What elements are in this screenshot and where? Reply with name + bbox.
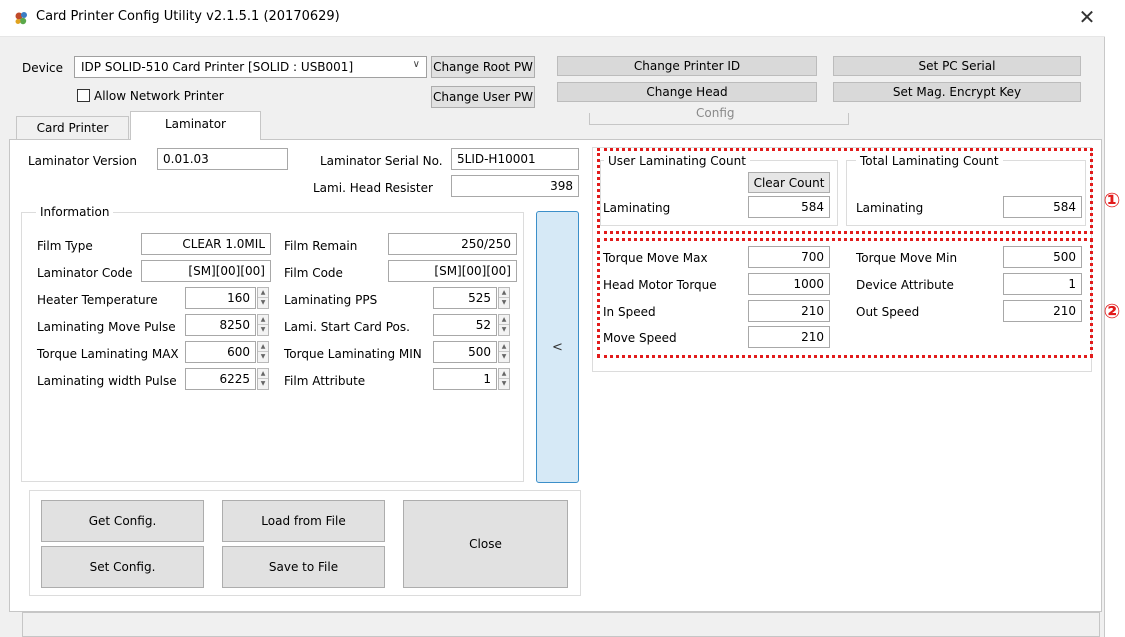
film-remain-label: Film Remain xyxy=(284,239,358,253)
spin-up-icon[interactable]: ▲ xyxy=(258,342,268,352)
spin-up-icon[interactable]: ▲ xyxy=(499,288,509,298)
laminator-serial-field[interactable]: 5LID-H10001 xyxy=(451,148,579,170)
spin-down-icon[interactable]: ▼ xyxy=(258,298,268,308)
lami-start-pos-spinner[interactable]: ▲ ▼ xyxy=(498,314,510,336)
set-config-button[interactable]: Set Config. xyxy=(41,546,204,588)
film-remain-field[interactable]: 250/250 xyxy=(388,233,517,255)
head-resister-label: Lami. Head Resister xyxy=(313,181,433,195)
laminator-version-field[interactable]: 0.01.03 xyxy=(157,148,288,170)
device-label: Device xyxy=(22,61,64,75)
information-title: Information xyxy=(36,205,114,219)
lami-start-pos-field[interactable]: 52 xyxy=(433,314,497,336)
laminating-move-pulse-spinner[interactable]: ▲ ▼ xyxy=(257,314,269,336)
spin-down-icon[interactable]: ▼ xyxy=(499,298,509,308)
laminating-width-pulse-field[interactable]: 6225 xyxy=(185,368,256,390)
film-attribute-label: Film Attribute xyxy=(284,374,366,388)
change-head-button[interactable]: Change Head xyxy=(557,82,817,102)
chevron-down-icon: ∨ xyxy=(412,59,420,70)
torque-laminating-min-field[interactable]: 500 xyxy=(433,341,497,363)
heater-temperature-label: Heater Temperature xyxy=(37,293,158,307)
film-type-label: Film Type xyxy=(37,239,93,253)
callout-box-1 xyxy=(597,148,1093,234)
allow-network-checkbox[interactable] xyxy=(77,89,90,102)
torque-laminating-max-field[interactable]: 600 xyxy=(185,341,256,363)
film-type-field[interactable]: CLEAR 1.0MIL xyxy=(141,233,271,255)
device-select[interactable]: IDP SOLID-510 Card Printer [SOLID : USB0… xyxy=(74,56,427,78)
laminating-pps-spinner[interactable]: ▲ ▼ xyxy=(498,287,510,309)
set-pc-serial-button[interactable]: Set PC Serial xyxy=(833,56,1081,76)
spin-up-icon[interactable]: ▲ xyxy=(499,315,509,325)
app-window: Card Printer Config Utility v2.1.5.1 (20… xyxy=(0,0,1105,637)
lami-start-pos-label: Lami. Start Card Pos. xyxy=(284,320,410,334)
callout-number-2: ② xyxy=(1103,299,1121,323)
spin-down-icon[interactable]: ▼ xyxy=(499,352,509,362)
spin-up-icon[interactable]: ▲ xyxy=(258,369,268,379)
laminator-version-label: Laminator Version xyxy=(28,154,137,168)
laminator-code-label: Laminator Code xyxy=(37,266,133,280)
change-user-pw-button[interactable]: Change User PW xyxy=(431,86,535,108)
heater-temperature-spinner[interactable]: ▲ ▼ xyxy=(257,287,269,309)
spin-down-icon[interactable]: ▼ xyxy=(258,352,268,362)
film-attribute-spinner[interactable]: ▲ ▼ xyxy=(498,368,510,390)
film-code-field[interactable]: [SM][00][00] xyxy=(388,260,517,282)
window-title: Card Printer Config Utility v2.1.5.1 (20… xyxy=(36,9,340,24)
allow-network-label: Allow Network Printer xyxy=(94,89,224,103)
film-attribute-field[interactable]: 1 xyxy=(433,368,497,390)
title-bar: Card Printer Config Utility v2.1.5.1 (20… xyxy=(0,0,1105,37)
close-button[interactable]: Close xyxy=(403,500,568,588)
laminator-serial-label: Laminator Serial No. xyxy=(320,154,443,168)
config-group-label: Config xyxy=(693,106,738,120)
callout-box-2 xyxy=(597,238,1093,358)
laminating-width-pulse-spinner[interactable]: ▲ ▼ xyxy=(257,368,269,390)
torque-laminating-min-spinner[interactable]: ▲ ▼ xyxy=(498,341,510,363)
torque-laminating-max-label: Torque Laminating MAX xyxy=(37,347,179,361)
tab-laminator[interactable]: Laminator xyxy=(130,111,261,140)
change-printer-id-button[interactable]: Change Printer ID xyxy=(557,56,817,76)
laminator-code-field[interactable]: [SM][00][00] xyxy=(141,260,271,282)
spin-up-icon[interactable]: ▲ xyxy=(499,342,509,352)
film-code-label: Film Code xyxy=(284,266,343,280)
load-from-file-button[interactable]: Load from File xyxy=(222,500,385,542)
spin-down-icon[interactable]: ▼ xyxy=(499,379,509,389)
torque-laminating-max-spinner[interactable]: ▲ ▼ xyxy=(257,341,269,363)
device-select-value: IDP SOLID-510 Card Printer [SOLID : USB0… xyxy=(81,60,354,74)
laminating-width-pulse-label: Laminating width Pulse xyxy=(37,374,177,388)
save-to-file-button[interactable]: Save to File xyxy=(222,546,385,588)
spin-up-icon[interactable]: ▲ xyxy=(499,369,509,379)
close-icon[interactable]: ✕ xyxy=(1074,6,1100,30)
laminating-move-pulse-label: Laminating Move Pulse xyxy=(37,320,176,334)
spin-down-icon[interactable]: ▼ xyxy=(258,325,268,335)
tab-card-printer[interactable]: Card Printer xyxy=(16,116,129,140)
laminating-move-pulse-field[interactable]: 8250 xyxy=(185,314,256,336)
torque-laminating-min-label: Torque Laminating MIN xyxy=(284,347,422,361)
app-icon xyxy=(15,12,27,25)
spin-up-icon[interactable]: ▲ xyxy=(258,315,268,325)
laminating-pps-field[interactable]: 525 xyxy=(433,287,497,309)
head-resister-field[interactable]: 398 xyxy=(451,175,579,197)
set-mag-encrypt-key-button[interactable]: Set Mag. Encrypt Key xyxy=(833,82,1081,102)
spin-down-icon[interactable]: ▼ xyxy=(499,325,509,335)
callout-number-1: ① xyxy=(1103,188,1121,212)
status-bar xyxy=(22,612,1100,637)
heater-temperature-field[interactable]: 160 xyxy=(185,287,256,309)
collapse-arrow-button[interactable]: < xyxy=(536,211,579,483)
laminating-pps-label: Laminating PPS xyxy=(284,293,378,307)
spin-up-icon[interactable]: ▲ xyxy=(258,288,268,298)
change-root-pw-button[interactable]: Change Root PW xyxy=(431,56,535,78)
spin-down-icon[interactable]: ▼ xyxy=(258,379,268,389)
get-config-button[interactable]: Get Config. xyxy=(41,500,204,542)
